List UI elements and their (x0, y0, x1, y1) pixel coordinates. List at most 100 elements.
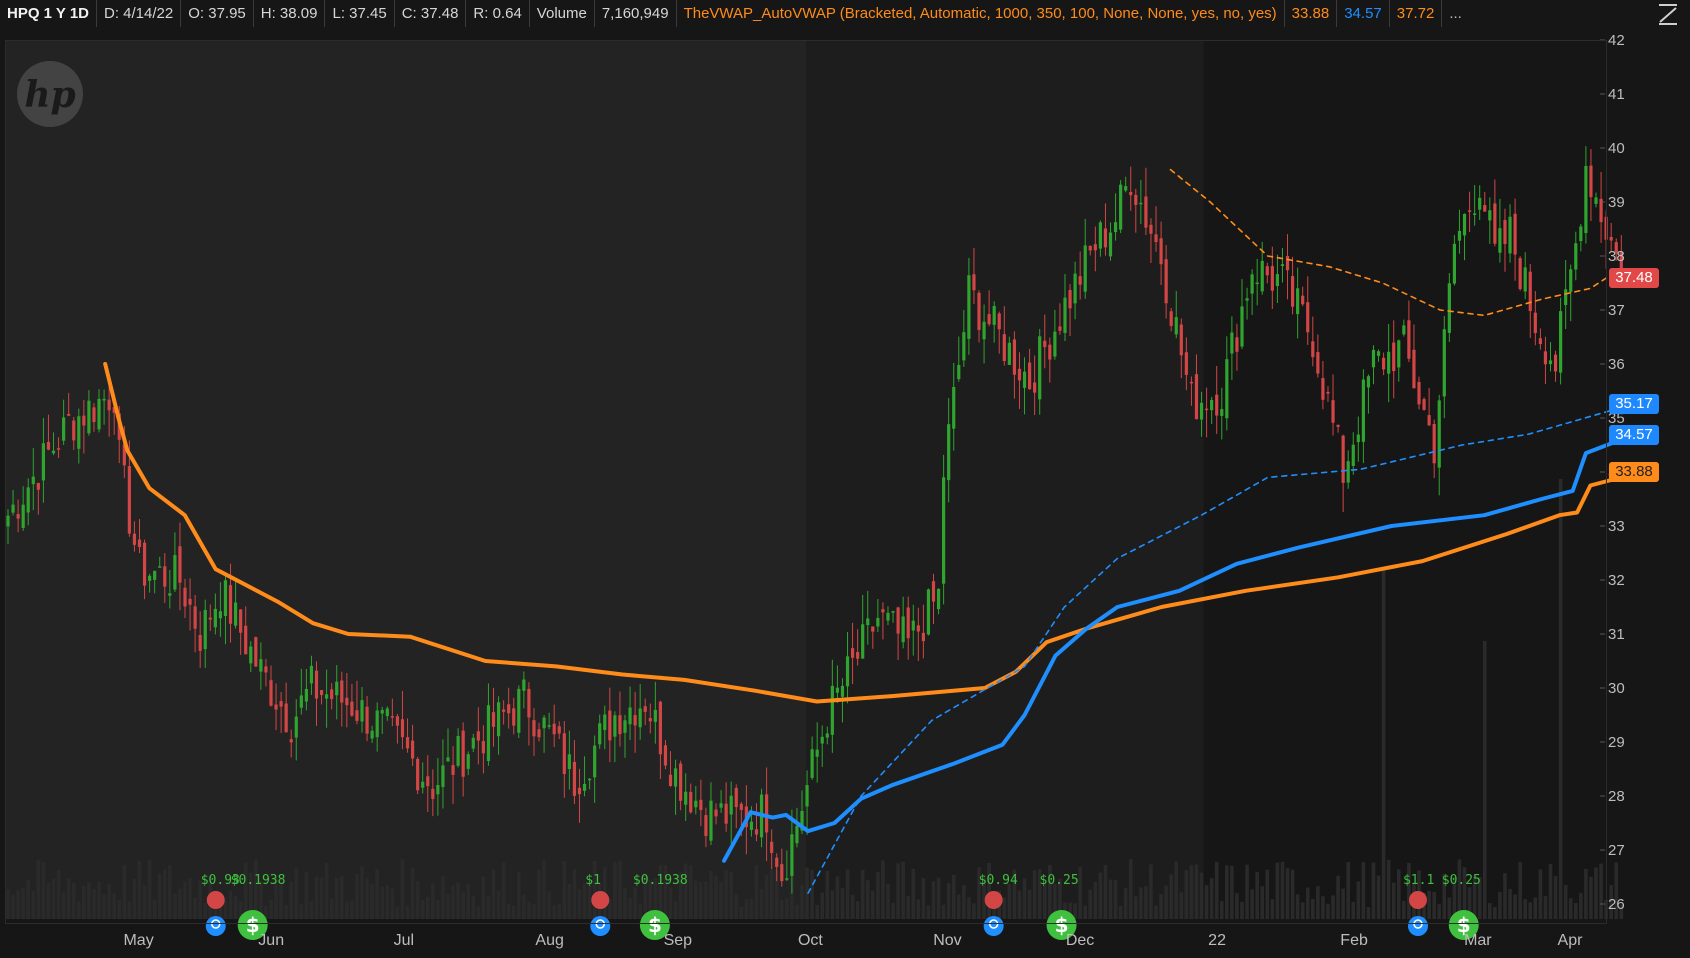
volume-bar (188, 878, 192, 919)
volume-bar (835, 876, 840, 919)
volume-bar (699, 882, 703, 919)
volume-bar (749, 898, 754, 919)
volume-bar (1356, 881, 1361, 919)
volume-bar (810, 869, 814, 919)
volume-bar (1321, 896, 1325, 919)
volume-bar (431, 883, 435, 919)
volume-bar (183, 881, 187, 919)
volume-bar (618, 860, 622, 919)
candle-body (1098, 222, 1102, 249)
candle-body (400, 719, 405, 738)
volume-bar (800, 884, 804, 919)
volume-bar (486, 895, 491, 919)
candle-body (1270, 266, 1274, 291)
candle-body (1584, 166, 1588, 234)
volume-bar (592, 860, 597, 919)
y-tick-label: 36 (1608, 356, 1625, 373)
candle-body (314, 670, 319, 699)
study-label[interactable]: TheVWAP_AutoVWAP (Bracketed, Automatic, … (677, 0, 1285, 27)
candle-body (158, 566, 162, 568)
volume-bar (886, 884, 890, 919)
candle-body (1452, 243, 1457, 284)
volume-bar (638, 903, 642, 919)
volume-bar (461, 892, 465, 919)
x-tick-label: Jun (258, 932, 284, 949)
symbol-label[interactable]: HPQ 1 Y 1D (0, 0, 97, 27)
volume-bar (395, 906, 400, 919)
candle-body (997, 313, 1001, 330)
lightbulb-icon (205, 916, 226, 936)
volume-bar (355, 873, 359, 919)
candle-body (658, 701, 663, 755)
price-chart[interactable]: $0.93$0.1938$$1 $0.1938$$0.94 $0.25$$1.1 $0… (0, 27, 1690, 958)
candle-body (507, 704, 511, 714)
volume-bar (304, 872, 309, 919)
volume-bar (739, 906, 744, 919)
candle-body (825, 733, 829, 738)
candle-body (16, 514, 20, 519)
volume-bar (633, 887, 637, 919)
candle-body (26, 487, 30, 513)
collapse-icon[interactable] (1656, 2, 1680, 26)
candle-body (451, 765, 455, 775)
volume-bar (117, 899, 122, 919)
candle-body (244, 625, 248, 655)
y-tick-label: 31 (1608, 626, 1625, 643)
volume-label[interactable]: Volume (530, 0, 595, 27)
volume-bar (871, 890, 875, 919)
candle-body (770, 841, 774, 853)
volume-bar (1250, 889, 1254, 919)
candle-body (850, 648, 855, 658)
candle-body (1488, 210, 1492, 221)
candle-body (1402, 325, 1406, 335)
candle-body (1002, 334, 1006, 362)
volume-bar (683, 863, 688, 919)
candle-body (1311, 341, 1315, 358)
volume-bar (582, 883, 587, 919)
volume-bar (881, 860, 885, 919)
candle-body (517, 688, 521, 733)
candle-body (1296, 288, 1300, 315)
volume-bar (1022, 878, 1027, 919)
volume-bar (71, 883, 76, 919)
candle-body (1048, 344, 1052, 360)
candle-body (77, 416, 81, 449)
candle-body (1189, 381, 1194, 384)
volume-bar (178, 888, 182, 919)
volume-bar (1391, 882, 1396, 919)
volume-bar (1432, 891, 1436, 919)
candle-body (623, 720, 627, 733)
candle-body (921, 632, 925, 642)
candle-body (1392, 342, 1396, 372)
volume-bar (97, 881, 101, 919)
volume-bar (1589, 876, 1593, 919)
candle-body (1336, 424, 1340, 427)
candle-body (249, 646, 253, 664)
y-tick-label: 39 (1608, 194, 1625, 211)
volume-bar (1265, 869, 1270, 919)
volume-bar (972, 903, 976, 919)
volume-bar (481, 876, 486, 919)
vwap-price-label: 34.57 (1609, 425, 1659, 445)
candle-body (1204, 408, 1209, 411)
candle-body (1473, 213, 1477, 215)
more-studies-button[interactable]: ... (1442, 0, 1469, 27)
volume-bar (1295, 894, 1300, 919)
volume-bar (916, 899, 921, 919)
volume-bar (157, 873, 162, 919)
volume-bar (1174, 861, 1179, 919)
candle-body (233, 602, 238, 626)
candle-body (56, 448, 61, 450)
candle-body (259, 659, 263, 672)
volume-bar (456, 882, 460, 919)
volume-bar (754, 865, 759, 919)
earnings-label: $0.94 (979, 873, 1018, 888)
candle-body (1134, 194, 1138, 205)
candle-body (891, 611, 895, 613)
x-tick-label: Aug (535, 932, 563, 949)
candle-body (1265, 266, 1269, 276)
volume-bar (162, 869, 167, 919)
volume-bar (850, 894, 855, 919)
volume-bar (26, 879, 31, 919)
range-readout: R: 0.64 (466, 0, 530, 27)
